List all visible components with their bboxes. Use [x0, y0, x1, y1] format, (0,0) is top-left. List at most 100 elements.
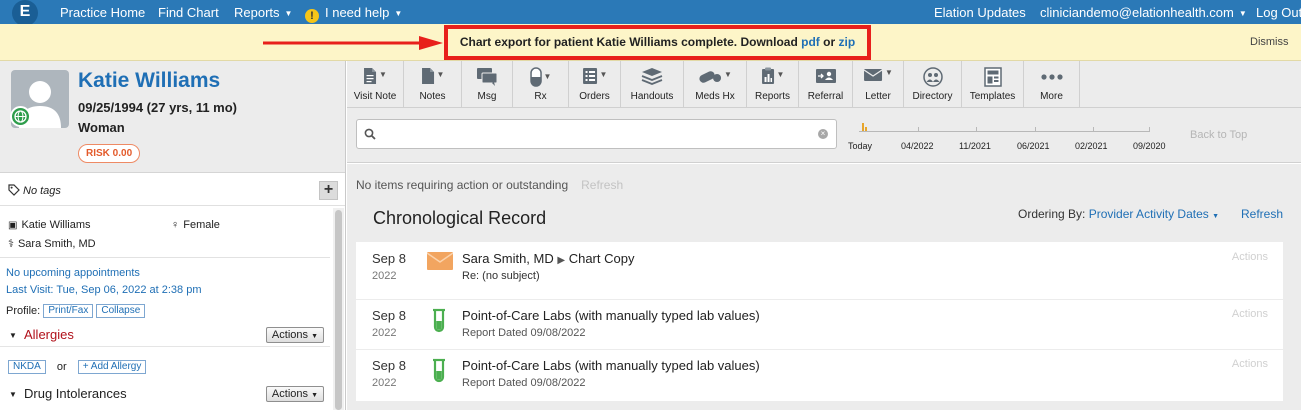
patient-dob: 09/25/1994 (27 yrs, 11 mo)	[78, 100, 238, 115]
tag-icon	[8, 184, 20, 196]
export-message-text: Chart export for patient Katie Williams …	[459, 35, 798, 49]
info-provider-text: Sara Smith, MD	[17, 238, 96, 250]
nav-logout[interactable]: Log Out	[1256, 5, 1301, 20]
toolbar-notes-button[interactable]: ▼ Notes	[404, 61, 462, 108]
chart-main: No items requiring action or outstanding…	[347, 164, 1301, 410]
ordering-selector[interactable]: Ordering By: Provider Activity Dates ▼	[1018, 207, 1219, 221]
patient-sidebar: Katie Williams 09/25/1994 (27 yrs, 11 mo…	[0, 61, 346, 410]
record-item[interactable]: Sep 8 2022 Point-of-Care Labs (with manu…	[356, 300, 1283, 350]
toolbar-label: Letter	[865, 91, 891, 102]
search-timeline-row: × Today 04/2022 11/2021 06/2021 02/2021 …	[347, 108, 1301, 163]
download-pdf-link[interactable]: pdf	[801, 35, 820, 49]
timeline-label-today[interactable]: Today	[848, 141, 872, 151]
nkda-button[interactable]: NKDA	[8, 360, 46, 374]
red-arrow-icon	[263, 36, 443, 50]
info-name: ▣ Katie Williams	[8, 219, 91, 231]
nav-reports-menu[interactable]: Reports ▼	[234, 5, 292, 20]
chart-toolbar: ▼ Visit Note ▼ Notes Msg ▼ Rx ▼ Orders H…	[347, 61, 1301, 108]
toolbar-visit-note-button[interactable]: ▼ Visit Note	[347, 61, 404, 108]
toolbar-meds-hx-button[interactable]: ▼ Meds Hx	[684, 61, 747, 108]
timeline-label[interactable]: 02/2021	[1075, 141, 1108, 151]
stack-icon	[641, 67, 663, 87]
scrollbar-thumb[interactable]	[335, 210, 342, 410]
envelope-icon: ▼	[863, 67, 893, 87]
ordering-label: Ordering By:	[1018, 207, 1086, 221]
no-upcoming-appointments-link[interactable]: No upcoming appointments	[6, 267, 140, 279]
toolbar-label: More	[1040, 91, 1063, 102]
download-zip-link[interactable]: zip	[838, 35, 855, 49]
record-year: 2022	[372, 327, 397, 339]
drug-intolerances-header[interactable]: ▼ Drug Intolerances Actions ▼	[0, 384, 330, 406]
toolbar-letter-button[interactable]: ▼ Letter	[853, 61, 904, 108]
record-actions-link[interactable]: Actions	[1232, 358, 1268, 370]
toolbar-label: Orders	[579, 91, 610, 102]
export-or-text: or	[823, 35, 836, 49]
allergies-header[interactable]: ▼ Allergies Actions ▼	[0, 325, 330, 347]
record-item[interactable]: Sep 8 2022 Point-of-Care Labs (with manu…	[356, 350, 1283, 401]
last-visit-link[interactable]: Last Visit: Tue, Sep 06, 2022 at 2:38 pm	[6, 284, 201, 296]
nav-help-label: I need help	[325, 5, 390, 20]
risk-badge[interactable]: RISK 0.00	[78, 144, 141, 163]
drug-intolerances-title: Drug Intolerances	[24, 386, 127, 401]
patient-name[interactable]: Katie Williams	[78, 69, 220, 93]
search-icon	[364, 127, 376, 145]
tags-row: No tags +	[0, 174, 345, 206]
clear-search-icon[interactable]: ×	[818, 129, 828, 139]
toolbar-msg-button[interactable]: Msg	[462, 61, 513, 108]
toolbar-rx-button[interactable]: ▼ Rx	[513, 61, 569, 108]
timeline-label[interactable]: 06/2021	[1017, 141, 1050, 151]
record-year: 2022	[372, 377, 397, 389]
nav-help-menu[interactable]: ! I need help ▼	[305, 5, 402, 23]
record-subtitle: Re: (no subject)	[462, 270, 540, 282]
timeline-label[interactable]: 11/2021	[959, 141, 991, 151]
toolbar-label: Visit Note	[353, 91, 397, 102]
dismiss-button[interactable]: Dismiss	[1250, 36, 1289, 48]
back-to-top-link[interactable]: Back to Top	[1190, 129, 1247, 141]
timeline-axis[interactable]	[859, 131, 1149, 132]
ordering-value: Provider Activity Dates	[1088, 207, 1209, 221]
patient-header: Katie Williams 09/25/1994 (27 yrs, 11 mo…	[0, 61, 345, 173]
nav-user-menu[interactable]: cliniciandemo@elationhealth.com ▼	[1040, 5, 1247, 20]
allergies-actions-button[interactable]: Actions ▼	[265, 327, 324, 343]
record-from: Sara Smith, MD	[462, 251, 554, 266]
sidebar-scrollbar[interactable]	[333, 208, 344, 410]
profile-row: Profile: Print/Fax Collapse	[6, 304, 146, 318]
nav-elation-updates[interactable]: Elation Updates	[934, 5, 1026, 20]
record-actions-link[interactable]: Actions	[1232, 308, 1268, 320]
collapse-button[interactable]: Collapse	[96, 304, 146, 318]
add-tag-button[interactable]: +	[319, 181, 338, 200]
elation-logo[interactable]: E	[12, 0, 38, 26]
toolbar-handouts-button[interactable]: Handouts	[621, 61, 684, 108]
tags-label: No tags	[8, 184, 61, 197]
drug-intolerances-actions-button[interactable]: Actions ▼	[265, 386, 324, 402]
record-item[interactable]: Sep 8 2022 Sara Smith, MD ▶ Chart Copy R…	[356, 242, 1283, 300]
toolbar-label: Directory	[912, 91, 953, 102]
refresh-outstanding-link[interactable]: Refresh	[581, 178, 623, 192]
chevron-down-icon: ▼	[284, 9, 293, 18]
record-date: Sep 8	[372, 308, 406, 323]
record-actions-link[interactable]: Actions	[1232, 251, 1268, 263]
envelope-icon	[426, 252, 454, 275]
add-allergy-button[interactable]: + Add Allergy	[77, 360, 147, 374]
toolbar-reports-button[interactable]: ▼ Reports	[747, 61, 799, 108]
pills-icon: ▼	[698, 67, 732, 87]
nav-practice-home[interactable]: Practice Home	[60, 5, 145, 20]
timeline-label[interactable]: 04/2022	[901, 141, 934, 151]
toolbar-referral-button[interactable]: Referral	[799, 61, 853, 108]
timeline-tick	[1093, 127, 1094, 132]
toolbar-directory-button[interactable]: Directory	[904, 61, 962, 108]
allergies-title: Allergies	[24, 327, 74, 342]
toolbar-orders-button[interactable]: ▼ Orders	[569, 61, 621, 108]
timeline-label[interactable]: 09/2020	[1133, 141, 1166, 151]
patient-sex: Woman	[78, 120, 125, 135]
refresh-record-link[interactable]: Refresh	[1241, 207, 1283, 221]
record-list: Sep 8 2022 Sara Smith, MD ▶ Chart Copy R…	[356, 242, 1283, 401]
document-icon: ▼	[363, 67, 387, 87]
chart-search-input[interactable]: ×	[356, 119, 837, 149]
toolbar-templates-button[interactable]: Templates	[962, 61, 1024, 108]
nav-find-chart[interactable]: Find Chart	[158, 5, 219, 20]
toolbar-more-button[interactable]: More	[1024, 61, 1080, 108]
chronological-record-title: Chronological Record	[373, 208, 547, 228]
record-year: 2022	[372, 270, 397, 282]
print-fax-button[interactable]: Print/Fax	[43, 304, 94, 318]
